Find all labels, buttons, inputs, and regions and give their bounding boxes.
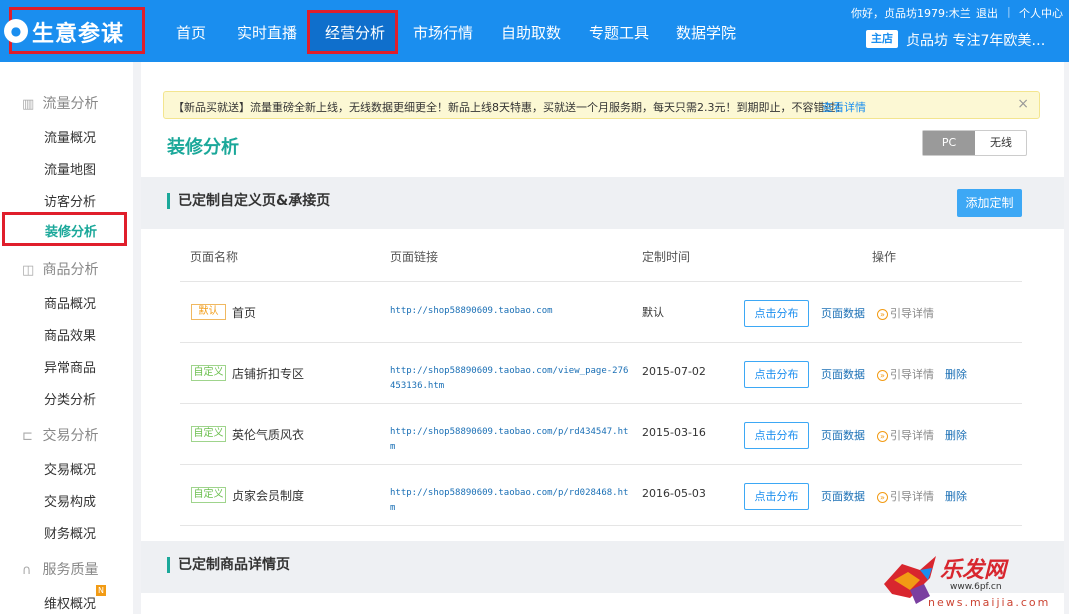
guide-icon: »	[877, 370, 888, 381]
page-data-link[interactable]: 页面数据	[821, 488, 865, 504]
sidebar-item-product-overview[interactable]: 商品概况	[44, 293, 96, 312]
sidebar-item-abnormal-product[interactable]: 异常商品	[44, 357, 96, 376]
watermark-url: www.6pf.cn	[950, 582, 1002, 592]
bag-icon: ◫	[22, 263, 35, 278]
toggle-wireless[interactable]: 无线	[975, 131, 1027, 155]
logo-icon: ●	[4, 19, 28, 43]
sidebar-item-decoration-analysis[interactable]: 装修分析	[2, 212, 127, 246]
cart-icon: ⊏	[22, 429, 33, 444]
column-header-actions: 操作	[872, 250, 897, 264]
table-row: 自定义 英伦气质风衣 http://shop58890609.taobao.co…	[180, 404, 1022, 465]
nav-business-analysis[interactable]: 经营分析	[325, 22, 385, 43]
headset-icon: ∩	[22, 563, 32, 578]
custom-date: 2015-03-16	[642, 426, 706, 439]
logout-link[interactable]: 退出	[976, 5, 998, 21]
watermark-url-secondary: news.maijia.com	[928, 596, 1051, 609]
guide-details-link[interactable]: » 引导详情	[877, 366, 934, 382]
delete-link[interactable]: 删除	[945, 366, 967, 382]
nav-home[interactable]: 首页	[176, 22, 206, 43]
guide-details-link[interactable]: » 引导详情	[877, 305, 934, 321]
notice-text: 【新品买就送】流量重磅全新上线，无线数据更细更全！新品上线8天特惠，买就送一个月…	[173, 101, 847, 114]
sidebar-group-service[interactable]: ∩ 服务质量	[22, 559, 98, 579]
sidebar-item-visitor-analysis[interactable]: 访客分析	[44, 191, 96, 210]
section-title: 已定制商品详情页	[167, 557, 290, 573]
guide-details-link[interactable]: » 引导详情	[877, 488, 934, 504]
click-distribution-button[interactable]: 点击分布	[744, 361, 809, 388]
sidebar-item-trade-composition[interactable]: 交易构成	[44, 491, 96, 510]
nav-academy[interactable]: 数据学院	[676, 22, 736, 43]
click-distribution-button[interactable]: 点击分布	[744, 300, 809, 327]
watermark-brand: 乐发网	[940, 557, 1007, 583]
page-name: 英伦气质风衣	[232, 428, 305, 442]
column-header-custom-time: 定制时间	[642, 250, 691, 264]
guide-icon: »	[877, 309, 888, 320]
page-title: 装修分析	[167, 137, 239, 158]
guide-details-link[interactable]: » 引导详情	[877, 427, 934, 443]
nav-self-service-data[interactable]: 自助取数	[501, 22, 561, 43]
new-badge: N	[96, 585, 106, 596]
page-link[interactable]: http://shop58890609.taobao.com/p/rd43454…	[390, 425, 630, 455]
guide-icon: »	[877, 431, 888, 442]
notice-details-link[interactable]: 查看详情	[822, 99, 866, 115]
section-header-custom-pages: 已定制自定义页&承接页	[141, 177, 1064, 229]
tag-custom: 自定义	[191, 365, 226, 381]
device-toggle: PC 无线	[922, 130, 1027, 156]
page-data-link[interactable]: 页面数据	[821, 305, 865, 321]
table-row: 默认 首页 http://shop58890609.taobao.com 默认 …	[180, 282, 1022, 343]
separator: |	[1007, 5, 1011, 18]
custom-date: 2016-05-03	[642, 487, 706, 500]
section-title: 已定制自定义页&承接页	[167, 193, 330, 209]
add-custom-button[interactable]: 添加定制	[957, 189, 1022, 217]
page-link[interactable]: http://shop58890609.taobao.com/p/rd02846…	[390, 486, 630, 516]
nav-live[interactable]: 实时直播	[237, 22, 297, 43]
page-name: 贞家会员制度	[232, 489, 305, 503]
click-distribution-button[interactable]: 点击分布	[744, 422, 809, 449]
page-data-link[interactable]: 页面数据	[821, 366, 865, 382]
top-navigation-bar: ● 生意参谋 首页 实时直播 经营分析 市场行情 自助取数 专题工具 数据学院 …	[0, 0, 1069, 62]
tag-custom: 自定义	[191, 426, 226, 442]
sidebar-item-product-effect[interactable]: 商品效果	[44, 325, 96, 344]
custom-date: 2015-07-02	[642, 365, 706, 378]
user-greeting: 你好，贞品坊1979:木兰	[851, 7, 971, 20]
sidebar-item-finance-overview[interactable]: 财务概况	[44, 523, 96, 542]
personal-center-link[interactable]: 个人中心	[1019, 5, 1063, 21]
table-row: 自定义 贞家会员制度 http://shop58890609.taobao.co…	[180, 465, 1022, 526]
tag-default: 默认	[191, 304, 226, 320]
watermark: 乐发网 www.6pf.cn news.maijia.com	[880, 548, 1065, 612]
shop-selector[interactable]: 贞品坊 专注7年欧美…	[906, 30, 1045, 50]
tag-custom: 自定义	[191, 487, 226, 503]
toggle-pc[interactable]: PC	[923, 131, 975, 155]
delete-link[interactable]: 删除	[945, 488, 967, 504]
sidebar-item-traffic-overview[interactable]: 流量概况	[44, 127, 96, 146]
page-data-link[interactable]: 页面数据	[821, 427, 865, 443]
sidebar-item-traffic-map[interactable]: 流量地图	[44, 159, 96, 178]
column-header-page-name: 页面名称	[190, 250, 239, 264]
sidebar-group-traffic[interactable]: ▥ 流量分析	[22, 93, 98, 113]
page-name: 首页	[232, 306, 257, 320]
nav-market[interactable]: 市场行情	[413, 22, 473, 43]
page-name: 店铺折扣专区	[232, 367, 305, 381]
page-link[interactable]: http://shop58890609.taobao.com	[390, 304, 630, 319]
click-distribution-button[interactable]: 点击分布	[744, 483, 809, 510]
delete-link[interactable]: 删除	[945, 427, 967, 443]
logo[interactable]: ● 生意参谋	[4, 7, 145, 54]
sidebar-item-category-analysis[interactable]: 分类分析	[44, 389, 96, 408]
custom-date: 默认	[642, 306, 664, 319]
guide-icon: »	[877, 492, 888, 503]
sidebar-item-trade-overview[interactable]: 交易概况	[44, 459, 96, 478]
close-icon[interactable]: ×	[1017, 96, 1029, 112]
sidebar-item-rights-overview[interactable]: 维权概况	[44, 593, 96, 612]
table-row: 自定义 店铺折扣专区 http://shop58890609.taobao.co…	[180, 343, 1022, 404]
logo-text: 生意参谋	[32, 22, 125, 47]
column-header-page-link: 页面链接	[390, 250, 439, 264]
sidebar-group-product[interactable]: ◫ 商品分析	[22, 259, 98, 279]
sidebar-group-trade[interactable]: ⊏ 交易分析	[22, 425, 98, 445]
page-link[interactable]: http://shop58890609.taobao.com/view_page…	[390, 364, 630, 394]
nav-tools[interactable]: 专题工具	[589, 22, 649, 43]
notice-banner: 【新品买就送】流量重磅全新上线，无线数据更细更全！新品上线8天特惠，买就送一个月…	[163, 91, 1040, 119]
bar-chart-icon: ▥	[22, 97, 35, 112]
main-shop-badge: 主店	[866, 30, 898, 48]
